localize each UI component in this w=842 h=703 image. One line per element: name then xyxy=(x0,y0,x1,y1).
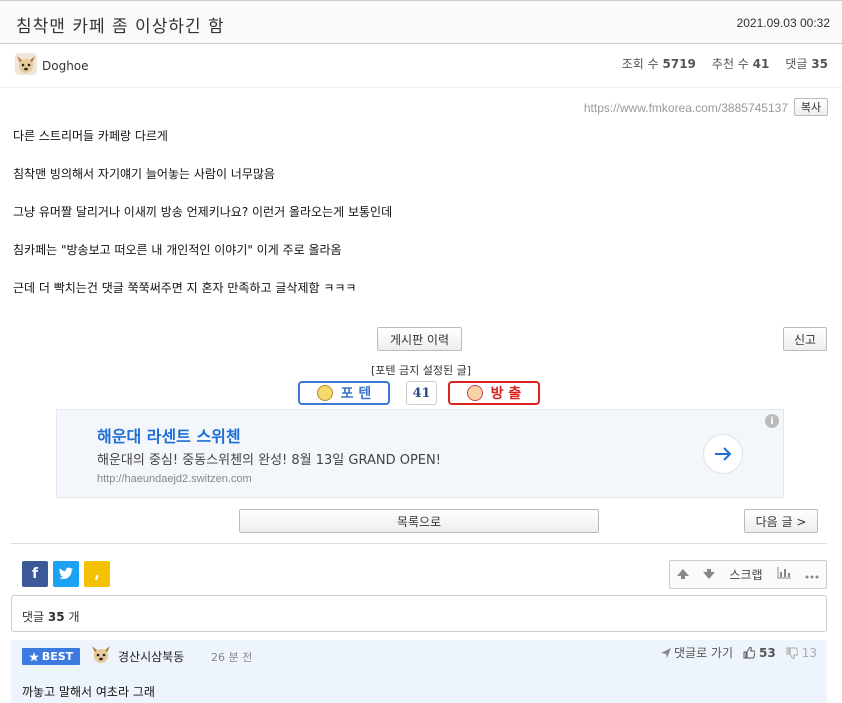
post-stats: 조회 수 5719 추천 수 41 댓글 35 xyxy=(622,55,828,72)
post-url: https://www.fmkorea.com/3885745137 xyxy=(583,101,788,115)
best-comment: BEST 경산시삼북동 26 분 전 댓글로 가기 53 13 까놓고 말해서 … xyxy=(11,640,827,703)
comment-count: 댓글 35 개 xyxy=(22,610,80,624)
thumbs-up-icon xyxy=(743,646,756,658)
comments-stat: 댓글 35 xyxy=(785,57,828,71)
avatar-icon[interactable] xyxy=(15,53,37,75)
post-paragraph: 다른 스트리머들 카페랑 다르게 xyxy=(13,129,168,143)
vote-count: 41 xyxy=(406,381,437,405)
author-name[interactable]: Doghoe xyxy=(42,59,89,73)
thumbs-down-icon xyxy=(786,647,798,659)
bangchul-label: 방 출 xyxy=(490,386,522,402)
board-history-button[interactable]: 게시판 이력 xyxy=(377,327,462,351)
comment-count-box: 댓글 35 개 xyxy=(11,595,827,632)
post-title: 침착맨 카페 좀 이상하긴 함 xyxy=(16,17,225,37)
smile-face-icon xyxy=(316,385,333,401)
ad-banner[interactable]: 해운대 라센트 스위첸 해운대의 중심! 중동스위첸의 완성! 8월 13일 G… xyxy=(56,409,784,498)
report-button[interactable]: 신고 xyxy=(783,327,827,351)
ad-description: 해운대의 중심! 중동스위첸의 완성! 8월 13일 GRAND OPEN! xyxy=(97,453,441,468)
comment-meta: 댓글로 가기 53 13 xyxy=(661,644,817,661)
arrow-right-icon[interactable] xyxy=(703,434,743,474)
post-paragraph: 침카페는 "방송보고 떠오른 내 개인적인 이야기" 이게 주로 올라옴 xyxy=(13,243,342,257)
post-paragraph: 침착맨 빙의해서 자기얘기 늘어놓는 사람이 너무많음 xyxy=(13,167,275,181)
back-to-list-button[interactable]: 목록으로 xyxy=(239,509,599,533)
poten-vote-button[interactable]: 포 텐 xyxy=(298,381,390,405)
send-icon xyxy=(661,647,671,658)
upvote-button[interactable]: 53 xyxy=(743,646,776,660)
commenter-name[interactable]: 경산시삼북동 xyxy=(118,648,184,665)
post-date: 2021.09.03 00:32 xyxy=(736,16,830,30)
facebook-share-icon[interactable]: f xyxy=(22,561,48,587)
angry-face-icon xyxy=(466,385,483,401)
twitter-share-icon[interactable] xyxy=(53,561,79,587)
commenter-avatar-icon[interactable] xyxy=(90,643,112,665)
scrap-button[interactable]: 스크랩 xyxy=(729,566,762,583)
poten-ban-notice: [포텐 금지 설정된 글] xyxy=(370,364,472,377)
ad-url[interactable]: http://haeundaejd2.switzen.com xyxy=(97,473,252,485)
post-paragraph: 그냥 유머짤 달리거나 이새끼 방송 언제키나요? 이런거 올라오는게 보통인데 xyxy=(13,205,393,219)
goto-comment-link[interactable]: 댓글로 가기 xyxy=(661,644,733,661)
best-badge: BEST xyxy=(22,648,80,665)
copy-url-button[interactable]: 복사 xyxy=(794,98,828,116)
comment-text: 까놓고 말해서 여초라 그래 xyxy=(22,685,155,699)
more-icon[interactable] xyxy=(805,568,819,582)
arrow-down-icon[interactable] xyxy=(703,568,716,582)
kakao-share-icon[interactable]: , xyxy=(84,561,110,587)
bangchul-vote-button[interactable]: 방 출 xyxy=(448,381,540,405)
recommend-stat: 추천 수 41 xyxy=(711,57,770,71)
divider xyxy=(11,543,827,544)
info-icon[interactable]: i xyxy=(765,414,779,428)
next-post-button[interactable]: 다음 글 > xyxy=(744,509,818,533)
post-toolbox: 스크랩 xyxy=(669,560,827,589)
comment-time: 26 분 전 xyxy=(211,651,253,664)
downvote-button[interactable]: 13 xyxy=(786,646,817,660)
chart-icon[interactable] xyxy=(777,567,791,582)
ad-title[interactable]: 해운대 라센트 스위첸 xyxy=(97,423,241,447)
arrow-up-icon[interactable] xyxy=(677,568,690,582)
star-icon xyxy=(28,651,39,661)
poten-label: 포 텐 xyxy=(340,386,372,402)
views-stat: 조회 수 5719 xyxy=(621,57,696,71)
title-bar: 침착맨 카페 좀 이상하긴 함 2021.09.03 00:32 xyxy=(0,0,842,44)
post-paragraph: 근데 더 빡치는건 댓글 쭉쭉써주면 지 혼자 만족하고 글삭제함 ㅋㅋㅋ xyxy=(13,281,357,295)
